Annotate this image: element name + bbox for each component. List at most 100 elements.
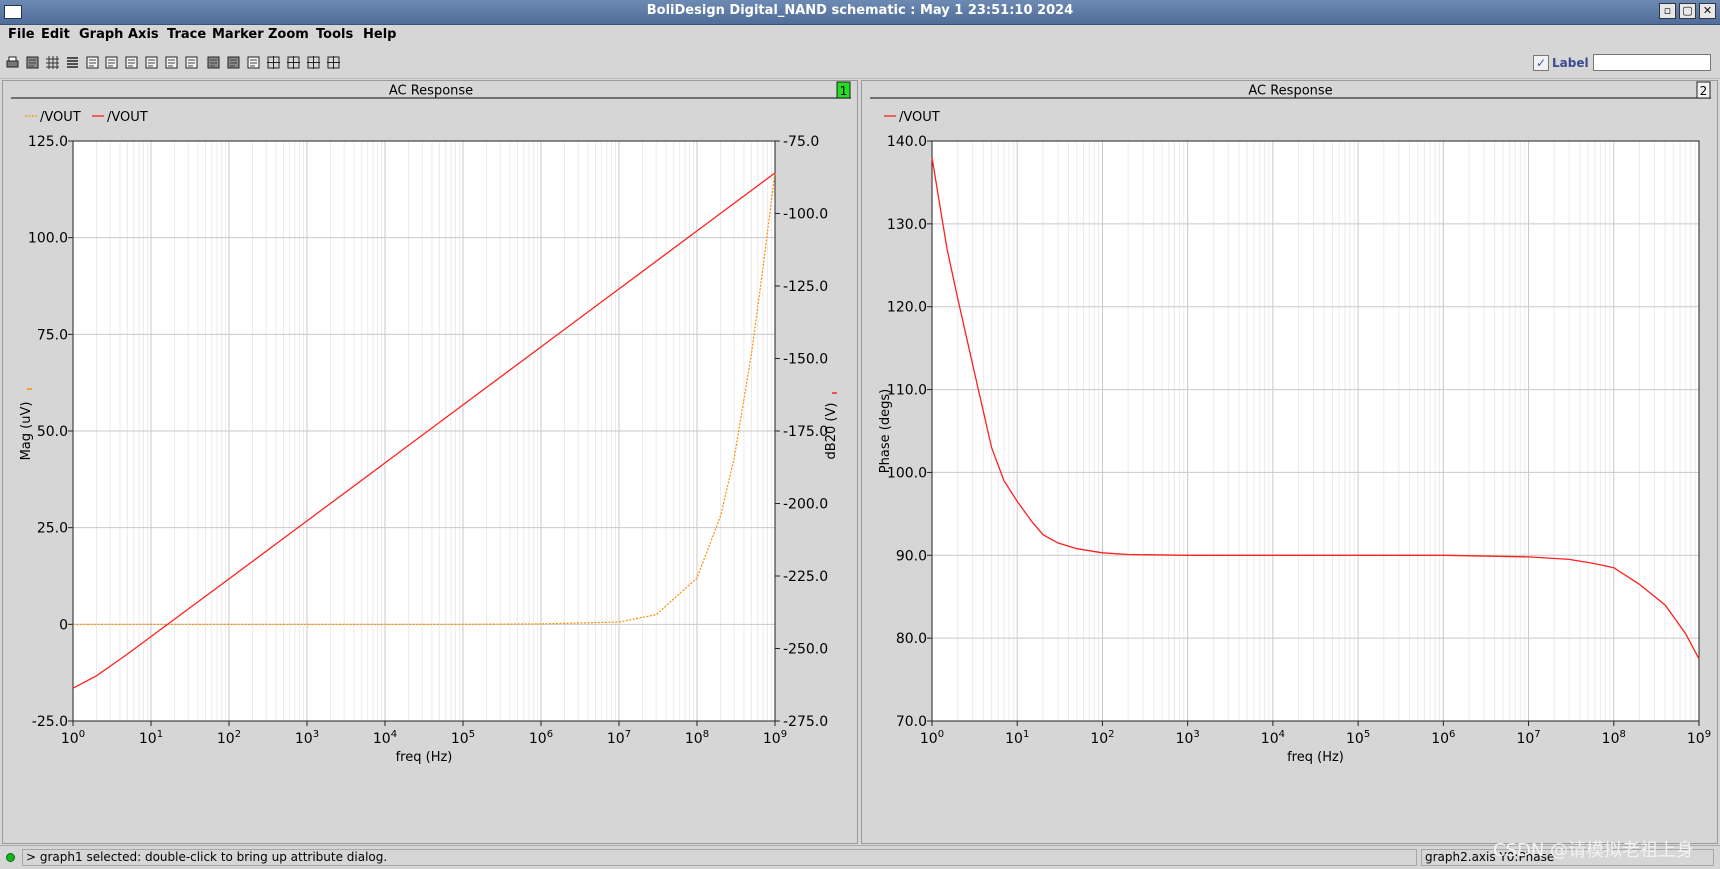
maximize-button[interactable]: ▢	[1679, 3, 1696, 19]
menu-help[interactable]: Help	[363, 27, 396, 42]
print-icon[interactable]	[5, 55, 20, 70]
graph-panel-2[interactable]: AC Response 2/VOUT 100 101 102 103 104 105 106 10…	[861, 80, 1718, 844]
x-tick-label: 100	[61, 729, 85, 747]
add-strip-icon[interactable]	[124, 55, 139, 70]
x-tick-label: 101	[1005, 729, 1029, 747]
ac-response-chart-2[interactable]: AC Response 2/VOUT 100 101 102 103 104 105 106 10…	[862, 81, 1719, 845]
calculator-icon[interactable]	[246, 55, 261, 70]
menu-marker[interactable]: Marker	[212, 27, 264, 42]
y2-tick-label: -225.0	[783, 569, 828, 585]
y-tick-label: 120.0	[887, 300, 927, 316]
stack-icon[interactable]	[65, 55, 80, 70]
label-toggle[interactable]: ✓ Label	[1533, 55, 1589, 71]
y-tick-label: 80.0	[896, 631, 927, 647]
menu-file[interactable]: File	[8, 27, 35, 42]
y-axis-label: Mag (uV)	[19, 402, 34, 461]
menu-trace[interactable]: Trace	[167, 27, 206, 42]
x-tick-label: 101	[139, 729, 163, 747]
status-message: > graph1 selected: double-click to bring…	[22, 849, 1417, 866]
legend-label: /VOUT	[40, 110, 81, 125]
y2-tick-label: -125.0	[783, 279, 828, 295]
y-tick-label: 0	[59, 617, 68, 633]
x-tick-label: 107	[607, 729, 631, 747]
close-button[interactable]: ✕	[1699, 3, 1716, 19]
x-axis-label: freq (Hz)	[1287, 750, 1344, 765]
x-tick-label: 106	[1431, 729, 1455, 747]
menu-edit[interactable]: Edit	[41, 27, 70, 42]
x-axis-label: freq (Hz)	[396, 750, 453, 765]
menu-axis[interactable]: Axis	[128, 27, 159, 42]
y-tick-label: 50.0	[37, 424, 68, 440]
graph-number: 1	[840, 84, 848, 98]
x-tick-label: 103	[1176, 729, 1200, 747]
zoom-box-icon[interactable]	[326, 55, 341, 70]
ac-response-chart-1[interactable]: AC Response 1/VOUT/VOUT 100 101 102 103 104 105…	[3, 81, 859, 845]
watermark: CSDN @请模拟老祖上身	[1493, 840, 1695, 861]
x-tick-label: 108	[1602, 729, 1626, 747]
x-tick-label: 106	[529, 729, 553, 747]
x-tick-label: 104	[373, 729, 397, 747]
graph-panel-1[interactable]: AC Response 1/VOUT/VOUT 100 101 102 103 104 105…	[2, 80, 858, 844]
print-preview-icon[interactable]	[25, 55, 40, 70]
y-tick-label: 140.0	[887, 134, 927, 150]
x-tick-label: 107	[1516, 729, 1540, 747]
x-tick-label: 108	[685, 729, 709, 747]
y2-tick-label: -175.0	[783, 424, 828, 440]
window-titlebar[interactable]: BoliDesign Digital_NAND schematic : May …	[0, 0, 1720, 25]
x-tick-label: 109	[1687, 729, 1711, 747]
status-bar: > graph1 selected: double-click to bring…	[0, 845, 1720, 869]
hatch-icon[interactable]	[226, 55, 241, 70]
y2-tick-label: -100.0	[783, 207, 828, 223]
zoom-fit-icon[interactable]	[266, 55, 281, 70]
graph-title: AC Response	[1248, 84, 1332, 99]
overlay-icon[interactable]	[85, 55, 100, 70]
graph-number: 2	[1700, 84, 1708, 98]
menu-tools[interactable]: Tools	[316, 27, 353, 42]
window-title: BoliDesign Digital_NAND schematic : May …	[646, 3, 1074, 18]
y-tick-label: 130.0	[887, 217, 927, 233]
y2-axis-label: dB20 (V)	[824, 403, 839, 460]
y-tick-label: 90.0	[896, 548, 927, 564]
y2-tick-label: -275.0	[783, 714, 828, 730]
x-tick-label: 102	[217, 729, 241, 747]
grid-icon[interactable]	[45, 55, 60, 70]
color-icon[interactable]	[206, 55, 221, 70]
menu-graph[interactable]: Graph	[79, 27, 123, 42]
legend-label: /VOUT	[899, 110, 940, 125]
delete-strip-icon[interactable]	[144, 55, 159, 70]
y2-tick-label: -200.0	[783, 497, 828, 513]
x-tick-label: 105	[451, 729, 475, 747]
x-tick-label: 109	[763, 729, 787, 747]
y-tick-label: 75.0	[37, 327, 68, 343]
x-tick-label: 103	[295, 729, 319, 747]
y-axis-label: Phase (degs)	[878, 389, 893, 473]
menu-zoom[interactable]: Zoom	[268, 27, 309, 42]
x-tick-label: 105	[1346, 729, 1370, 747]
label-input[interactable]	[1593, 54, 1711, 71]
y-tick-label: 70.0	[896, 714, 927, 730]
y2-tick-label: -250.0	[783, 642, 828, 658]
y-tick-label: 100.0	[28, 231, 68, 247]
zoom-y-icon[interactable]	[306, 55, 321, 70]
x-tick-label: 104	[1261, 729, 1285, 747]
y2-tick-label: -150.0	[783, 352, 828, 368]
legend-label: /VOUT	[107, 110, 148, 125]
x-tick-label: 102	[1090, 729, 1114, 747]
status-led-icon	[6, 853, 15, 862]
move-strip-icon[interactable]	[164, 55, 179, 70]
minimize-button[interactable]: ▫	[1659, 3, 1676, 19]
label-checkbox[interactable]: ✓	[1533, 55, 1549, 71]
plot-area	[932, 141, 1699, 721]
graph-title: AC Response	[389, 84, 473, 99]
y-tick-label: 25.0	[37, 521, 68, 537]
x-tick-label: 100	[920, 729, 944, 747]
y-tick-label: -25.0	[32, 714, 68, 730]
zoom-x-icon[interactable]	[286, 55, 301, 70]
y-tick-label: 125.0	[28, 134, 68, 150]
label-icon[interactable]	[184, 55, 199, 70]
menu-bar: File Edit Graph Axis Trace Marker Zoom T…	[0, 25, 1720, 47]
split-icon[interactable]	[104, 55, 119, 70]
label-toggle-text: Label	[1552, 56, 1589, 70]
y2-tick-label: -75.0	[783, 134, 819, 150]
toolbar	[0, 48, 1720, 79]
